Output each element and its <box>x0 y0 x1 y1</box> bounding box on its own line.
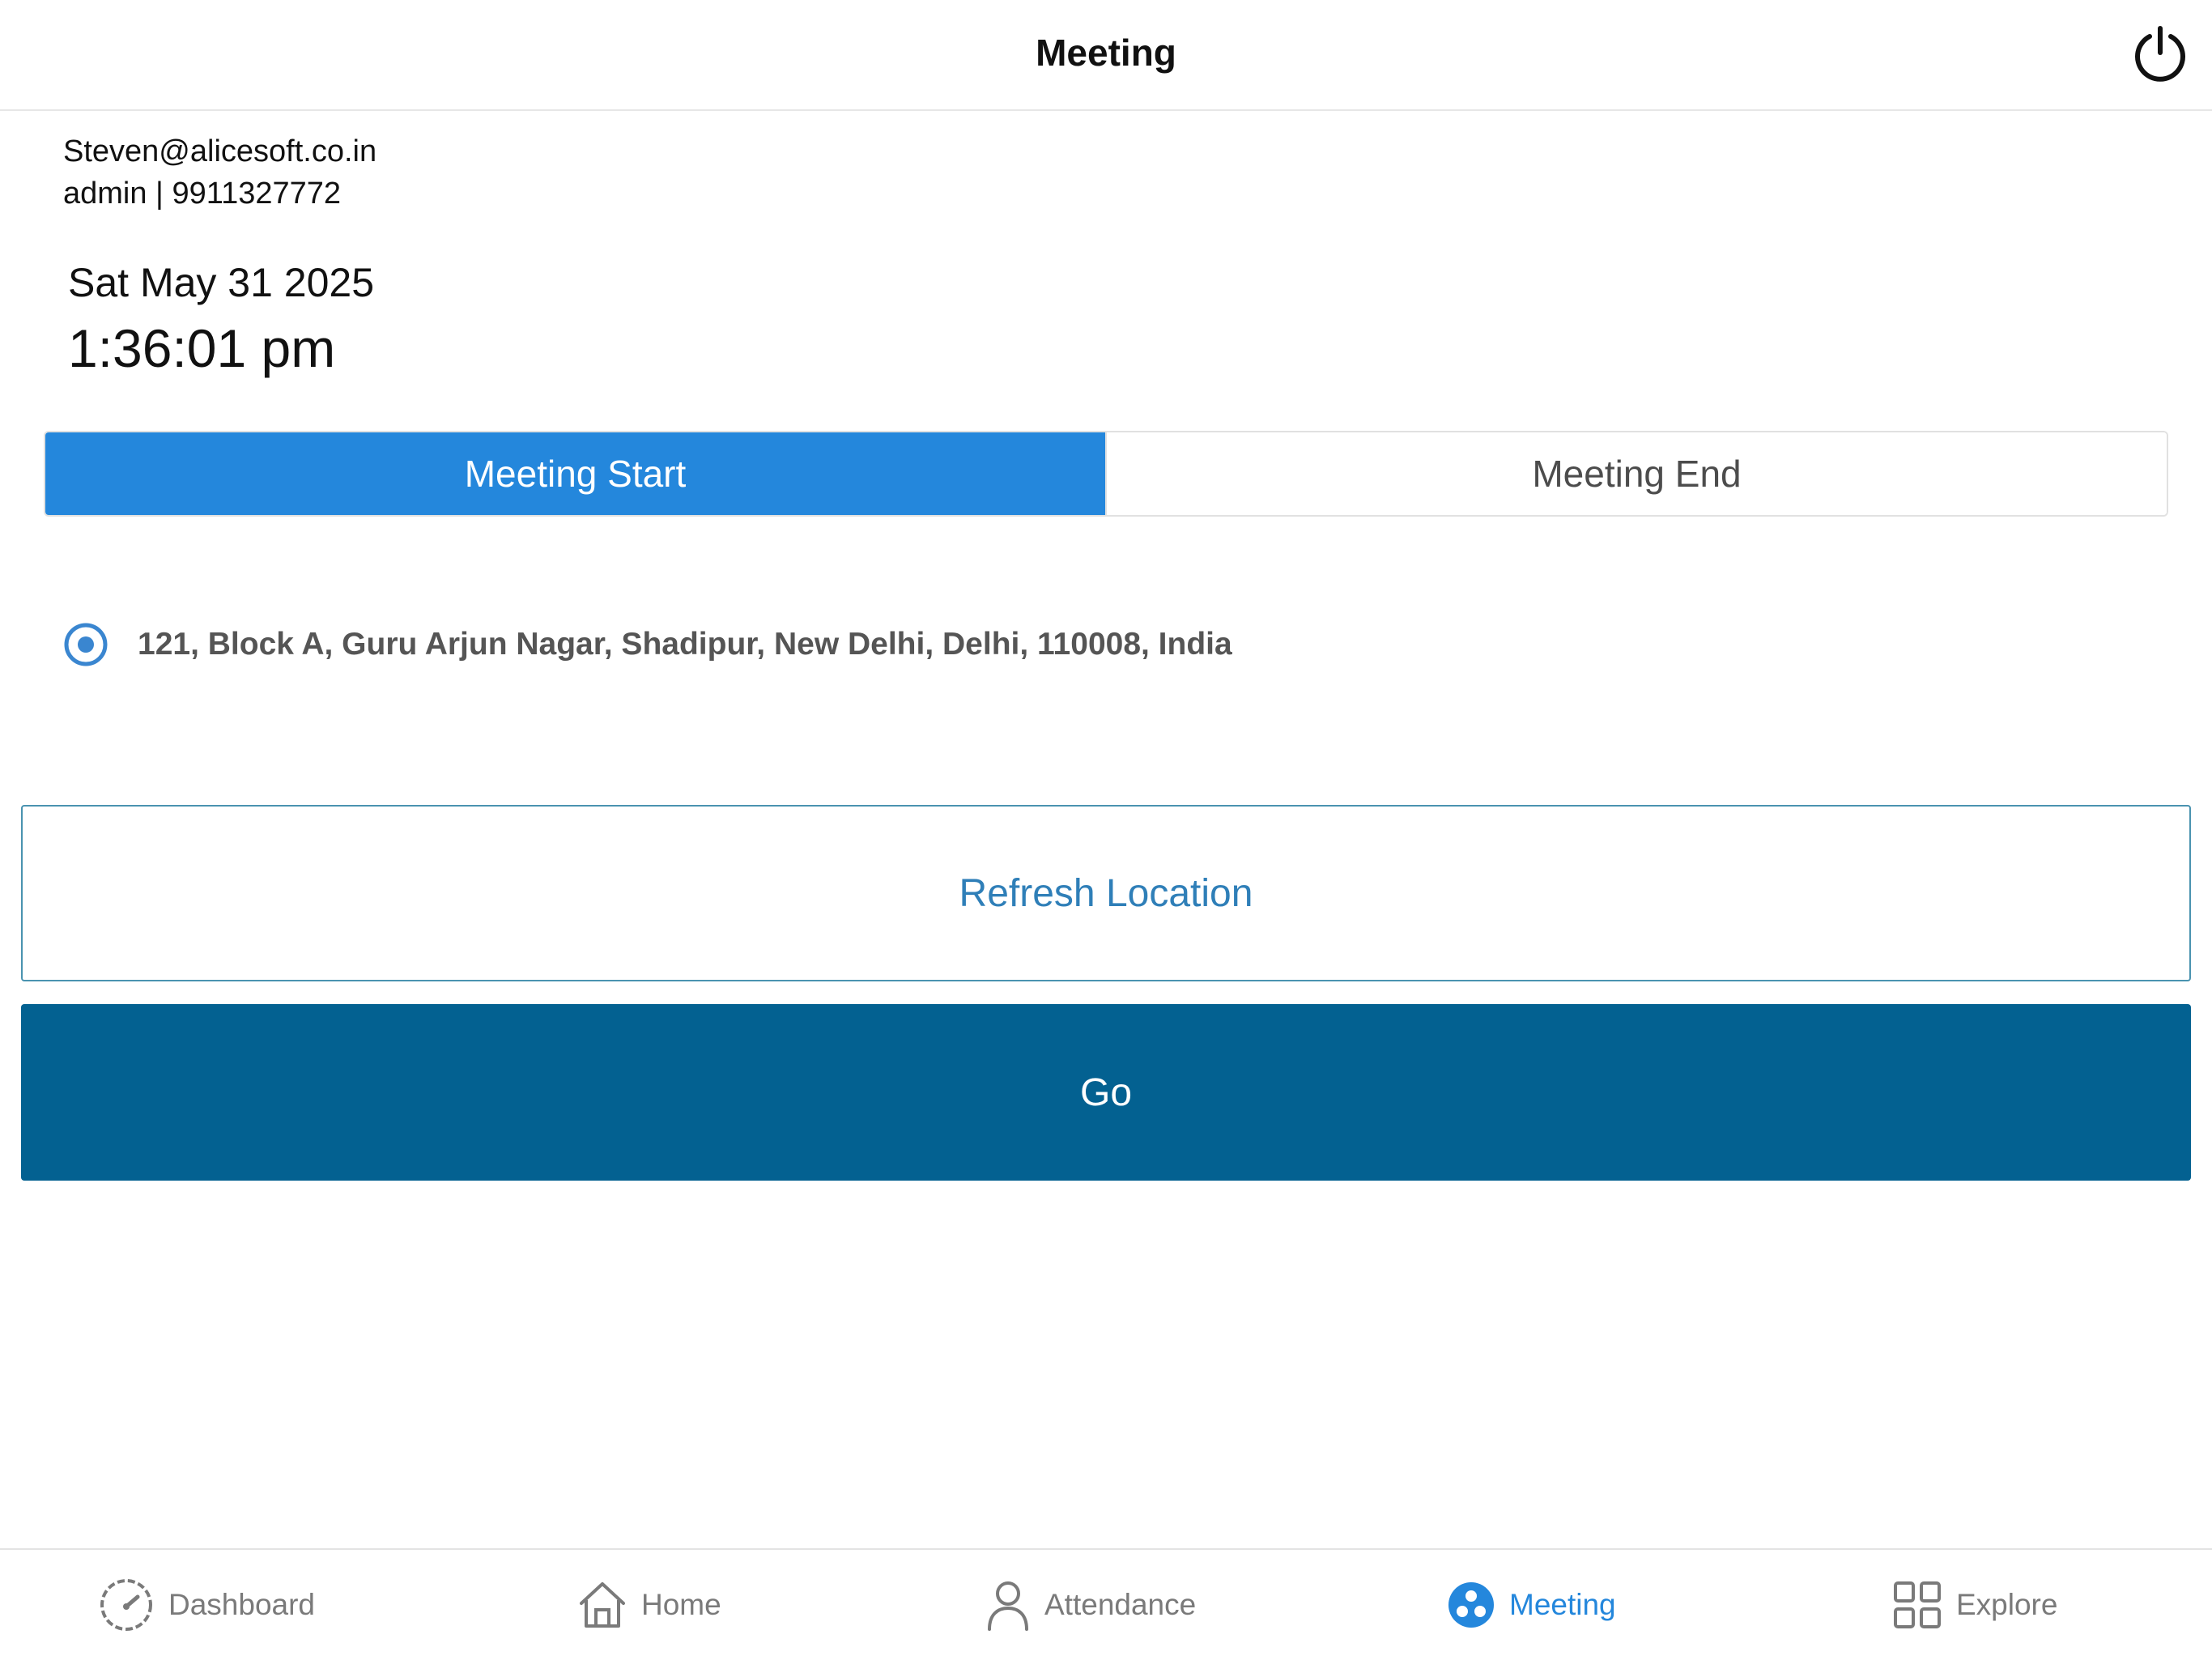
user-role-phone: admin | 9911327772 <box>63 177 342 211</box>
meeting-start-tab[interactable]: Meeting Start <box>45 432 1105 515</box>
current-time: 1:36:01 pm <box>68 318 336 378</box>
tab-label-attendance: Attendance <box>1044 1588 1197 1621</box>
user-email: Steven@alicesoft.co.in <box>63 134 377 168</box>
tab-attendance[interactable]: Attendance <box>986 1550 1196 1660</box>
location-row: 121, Block A, Guru Arjun Nagar, Shadipur… <box>63 622 1232 667</box>
bottom-tab-bar: Dashboard Home Attendance Meeting Explor… <box>0 1548 2212 1658</box>
tab-dashboard[interactable]: Dashboard <box>99 1550 315 1660</box>
gauge-icon <box>100 1579 152 1631</box>
power-icon <box>2135 26 2185 82</box>
tab-label-meeting: Meeting <box>1509 1588 1616 1621</box>
page-title: Meeting <box>1036 32 1176 74</box>
app-header: Meeting <box>0 0 2212 111</box>
meeting-segmented-control: Meeting Start Meeting End <box>44 431 2168 517</box>
grid-icon <box>1894 1581 1941 1628</box>
tab-label-dashboard: Dashboard <box>168 1588 316 1621</box>
home-icon <box>580 1582 625 1628</box>
location-radio-icon <box>64 623 108 666</box>
tab-meeting[interactable]: Meeting <box>1448 1550 1616 1660</box>
tab-label-home: Home <box>641 1588 721 1621</box>
tab-explore[interactable]: Explore <box>1893 1550 2057 1660</box>
go-button[interactable]: Go <box>21 1004 2191 1181</box>
logout-button[interactable] <box>2131 24 2189 83</box>
meeting-end-tab[interactable]: Meeting End <box>1105 432 2167 515</box>
location-address: 121, Block A, Guru Arjun Nagar, Shadipur… <box>138 627 1232 662</box>
current-date: Sat May 31 2025 <box>68 260 375 305</box>
refresh-location-button[interactable]: Refresh Location <box>21 805 2191 981</box>
person-icon <box>988 1581 1028 1631</box>
tab-home[interactable]: Home <box>578 1550 721 1660</box>
meeting-icon <box>1448 1582 1494 1628</box>
tab-label-explore: Explore <box>1956 1588 2058 1621</box>
